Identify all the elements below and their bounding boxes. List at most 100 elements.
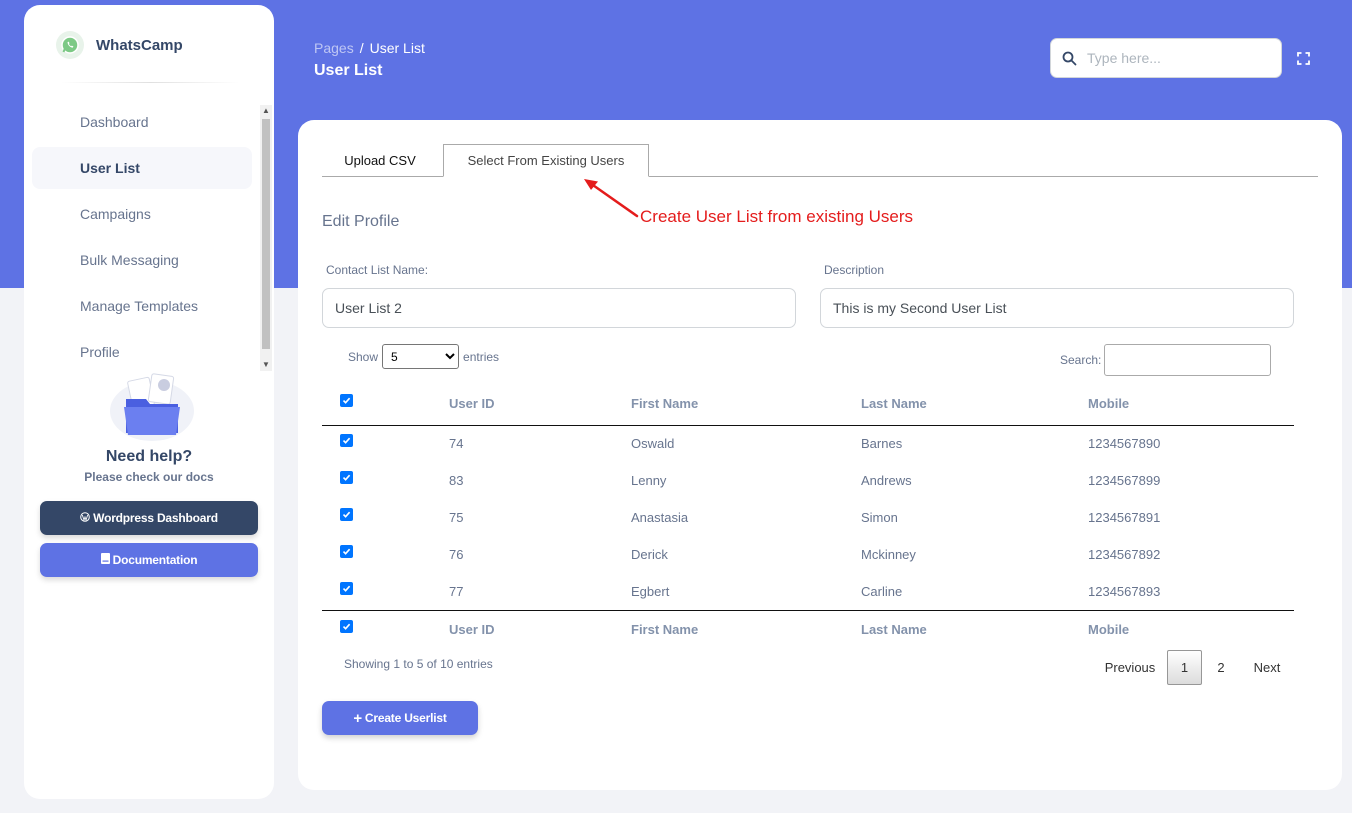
footer-header-user-id: User ID bbox=[449, 621, 495, 637]
sidebar-item-label: Manage Templates bbox=[80, 298, 199, 314]
table-info: Showing 1 to 5 of 10 entries bbox=[344, 657, 493, 671]
sidebar-item-campaigns[interactable]: Campaigns bbox=[32, 193, 252, 235]
wordpress-dashboard-label: Wordpress Dashboard bbox=[93, 511, 218, 525]
edit-profile-heading: Edit Profile bbox=[322, 213, 400, 230]
select-all-cell bbox=[322, 383, 449, 425]
column-header-first-name[interactable]: First Name bbox=[631, 383, 861, 425]
table-footer-row: User ID First Name Last Name Mobile bbox=[322, 610, 1294, 648]
column-header-user-id[interactable]: User ID bbox=[449, 383, 631, 425]
row-select-cell bbox=[322, 425, 449, 462]
table-row: 75 Anastasia Simon 1234567891 bbox=[322, 499, 1294, 536]
breadcrumb-current: User List bbox=[369, 40, 425, 56]
cell-first-name: Egbert bbox=[631, 583, 670, 599]
column-header-last-name[interactable]: Last Name bbox=[861, 383, 1088, 425]
annotation-text: Create User List from existing Users bbox=[640, 207, 914, 226]
cell-mobile: 1234567899 bbox=[1088, 473, 1161, 488]
cell-first-name: Anastasia bbox=[631, 510, 689, 525]
sidebar-item-label: User List bbox=[80, 160, 140, 176]
pagination-page-2[interactable]: 2 bbox=[1202, 650, 1240, 685]
entries-per-page-select[interactable]: 5 bbox=[382, 344, 460, 369]
cell-last-name: Barnes bbox=[861, 436, 903, 452]
row-select-cell bbox=[322, 573, 449, 610]
select-all-checkbox[interactable] bbox=[340, 394, 353, 408]
sidebar-scrollbar[interactable]: ▲ ▼ bbox=[260, 105, 272, 371]
row-checkbox[interactable] bbox=[340, 508, 353, 522]
show-label: Show bbox=[348, 349, 379, 364]
sidebar-item-manage-templates[interactable]: Manage Templates bbox=[32, 285, 252, 327]
cell-user-id: 76 bbox=[449, 547, 464, 562]
brand-name: WhatsCamp bbox=[96, 36, 183, 54]
create-userlist-label: Create Userlist bbox=[364, 711, 447, 725]
tab-upload-csv[interactable]: Upload CSV bbox=[322, 144, 438, 177]
table-search-label: Search: bbox=[1060, 353, 1102, 367]
cell-first-name: Oswald bbox=[631, 436, 675, 452]
search-input[interactable] bbox=[1087, 50, 1267, 66]
cell-last-name: Simon bbox=[861, 510, 898, 525]
cell-last-name: Andrews bbox=[861, 473, 912, 488]
help-subtitle: Please check our docs bbox=[84, 470, 214, 484]
cell-last-name: Mckinney bbox=[861, 547, 916, 562]
documentation-button[interactable]: Documentation bbox=[40, 543, 258, 577]
plus-icon: + bbox=[353, 709, 362, 727]
book-icon bbox=[100, 553, 110, 567]
row-checkbox[interactable] bbox=[340, 471, 353, 485]
row-checkbox[interactable] bbox=[340, 434, 353, 448]
breadcrumb-root[interactable]: Pages bbox=[314, 40, 354, 56]
brand-divider bbox=[60, 82, 240, 83]
breadcrumb: Pages / User List bbox=[314, 40, 425, 56]
users-table: User ID First Name Last Name Mobile 74 O… bbox=[322, 383, 1294, 648]
sidebar-item-user-list[interactable]: User List bbox=[32, 147, 252, 189]
scroll-up-arrow-icon[interactable]: ▲ bbox=[260, 105, 272, 117]
cell-mobile: 1234567891 bbox=[1088, 510, 1161, 525]
select-all-footer-checkbox[interactable] bbox=[340, 619, 353, 633]
contact-list-name-label: Contact List Name: bbox=[326, 263, 429, 277]
create-userlist-button[interactable]: + Create Userlist bbox=[322, 701, 478, 735]
cell-mobile: 1234567893 bbox=[1088, 583, 1161, 599]
pagination-previous[interactable]: Previous bbox=[1093, 650, 1167, 685]
cell-mobile: 1234567890 bbox=[1088, 436, 1161, 452]
sidebar-item-profile[interactable]: Profile bbox=[32, 331, 252, 373]
table-row: 77 Egbert Carline 1234567893 bbox=[322, 573, 1294, 610]
table-search-input[interactable] bbox=[1104, 344, 1272, 376]
entries-length-control: Show 5 entries bbox=[348, 344, 499, 369]
wordpress-dashboard-button[interactable]: Wordpress Dashboard bbox=[40, 501, 258, 535]
row-select-cell bbox=[322, 536, 449, 573]
annotation-arrow-icon bbox=[584, 179, 639, 218]
whatsapp-logo-icon bbox=[56, 31, 84, 59]
row-select-cell bbox=[322, 499, 449, 536]
sidebar: WhatsCamp Dashboard User List Campaigns … bbox=[24, 5, 274, 799]
entries-label: entries bbox=[463, 349, 500, 364]
sidebar-item-bulk-messaging[interactable]: Bulk Messaging bbox=[32, 239, 252, 281]
help-title: Need help? bbox=[105, 448, 193, 465]
scroll-down-arrow-icon[interactable]: ▼ bbox=[260, 359, 272, 371]
cell-user-id: 83 bbox=[449, 473, 464, 488]
cell-first-name: Derick bbox=[631, 547, 668, 562]
cell-user-id: 74 bbox=[449, 436, 464, 452]
select-all-footer-cell bbox=[322, 610, 449, 648]
row-checkbox[interactable] bbox=[340, 581, 353, 595]
table-search: Search: bbox=[1060, 344, 1272, 376]
header-search[interactable] bbox=[1050, 38, 1282, 78]
brand[interactable]: WhatsCamp bbox=[56, 31, 183, 59]
sidebar-item-dashboard[interactable]: Dashboard bbox=[32, 101, 252, 143]
fullscreen-icon[interactable] bbox=[1297, 52, 1310, 65]
pagination-next[interactable]: Next bbox=[1240, 650, 1294, 685]
cell-user-id: 77 bbox=[449, 583, 464, 599]
main-card: Upload CSV Select From Existing Users Cr… bbox=[298, 120, 1342, 790]
cell-mobile: 1234567892 bbox=[1088, 547, 1161, 562]
description-label: Description bbox=[824, 263, 885, 277]
footer-header-last-name: Last Name bbox=[861, 621, 927, 637]
pagination: Previous 1 2 Next bbox=[1093, 650, 1294, 685]
sidebar-item-label: Profile bbox=[80, 344, 120, 360]
row-checkbox[interactable] bbox=[340, 545, 353, 559]
footer-header-mobile: Mobile bbox=[1088, 621, 1130, 637]
pagination-page-1[interactable]: 1 bbox=[1167, 650, 1202, 685]
page-title: User List bbox=[314, 62, 383, 79]
wordpress-icon bbox=[80, 511, 90, 525]
description-input[interactable] bbox=[820, 288, 1294, 328]
cell-user-id: 75 bbox=[449, 510, 464, 525]
contact-list-name-input[interactable] bbox=[322, 288, 796, 328]
cell-first-name: Lenny bbox=[631, 473, 667, 488]
scrollbar-thumb[interactable] bbox=[262, 119, 270, 349]
column-header-mobile[interactable]: Mobile bbox=[1088, 383, 1294, 425]
